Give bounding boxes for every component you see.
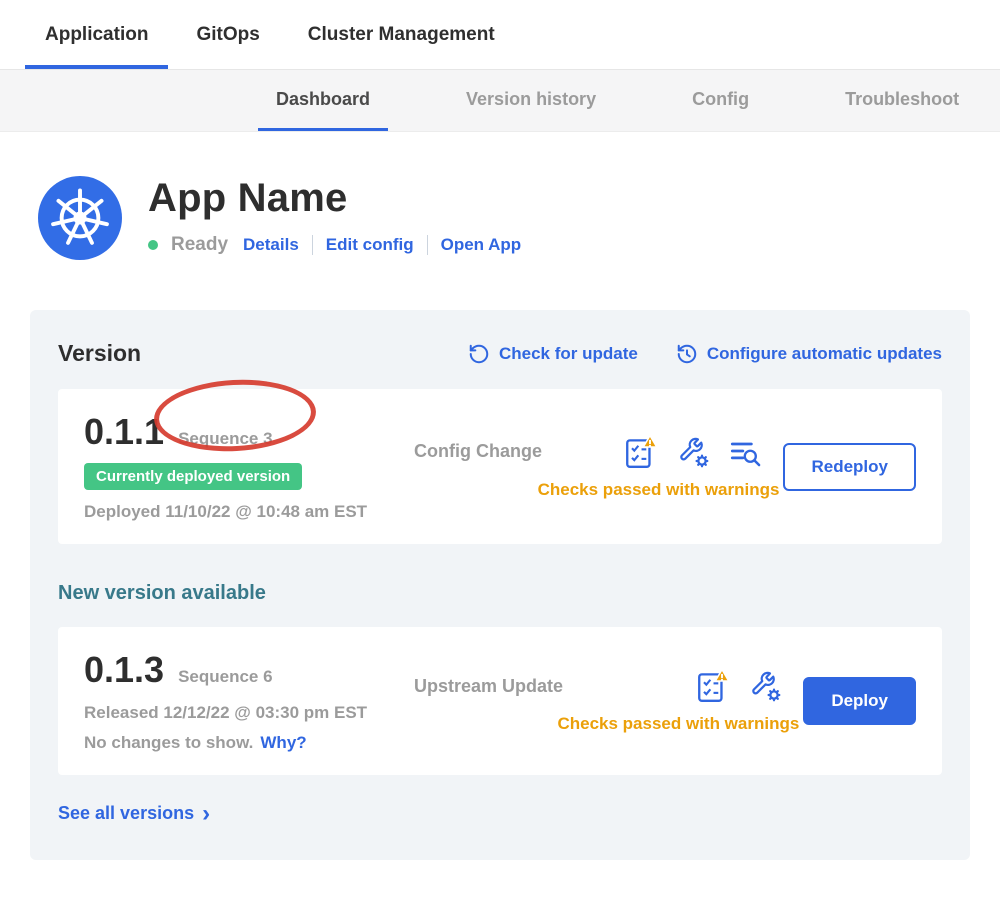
check-for-update-button[interactable]: Check for update bbox=[468, 343, 638, 365]
new-version-row: 0.1.3 Sequence 6 bbox=[84, 649, 414, 691]
configure-automatic-updates-button[interactable]: Configure automatic updates bbox=[676, 343, 942, 365]
page-title: App Name bbox=[148, 176, 521, 221]
app-meta-row: Ready Details Edit config Open App bbox=[148, 234, 521, 256]
new-version-info: 0.1.3 Sequence 6 Released 12/12/22 @ 03:… bbox=[84, 649, 414, 753]
open-app-link[interactable]: Open App bbox=[441, 235, 522, 255]
file-search-icon[interactable] bbox=[727, 434, 763, 470]
deployed-timestamp: Deployed 11/10/22 @ 10:48 am EST bbox=[84, 502, 414, 522]
clock-refresh-icon bbox=[676, 343, 698, 365]
details-link[interactable]: Details bbox=[243, 235, 299, 255]
config-wrench-gear-icon[interactable] bbox=[747, 668, 783, 704]
version-panel: Version Check for update bbox=[30, 310, 970, 860]
new-version-action: Deploy bbox=[803, 677, 916, 725]
tab-version-history[interactable]: Version history bbox=[448, 70, 614, 131]
tab-cluster-management[interactable]: Cluster Management bbox=[288, 0, 515, 69]
tab-gitops[interactable]: GitOps bbox=[176, 0, 279, 69]
primary-nav: Application GitOps Cluster Management bbox=[0, 0, 1000, 70]
version-panel-header: Version Check for update bbox=[58, 340, 942, 367]
current-version-middle: Config Change bbox=[414, 434, 783, 500]
edit-config-link[interactable]: Edit config bbox=[326, 235, 414, 255]
current-version-number: 0.1.1 bbox=[84, 411, 164, 453]
new-version-source: Upstream Update bbox=[414, 676, 563, 697]
current-version-row: 0.1.1 Sequence 3 bbox=[84, 411, 414, 453]
no-changes-text: No changes to show. bbox=[84, 733, 253, 753]
version-panel-title: Version bbox=[58, 340, 141, 367]
app-title-block: App Name Ready Details Edit config Open … bbox=[148, 176, 521, 256]
new-version-card: 0.1.3 Sequence 6 Released 12/12/22 @ 03:… bbox=[58, 627, 942, 775]
new-version-middle: Upstream Update bbox=[414, 668, 803, 734]
tab-application[interactable]: Application bbox=[25, 0, 168, 69]
configure-automatic-updates-label: Configure automatic updates bbox=[707, 344, 942, 364]
divider bbox=[312, 235, 313, 255]
currently-deployed-badge: Currently deployed version bbox=[84, 463, 302, 490]
check-for-update-label: Check for update bbox=[499, 344, 638, 364]
current-version-info: 0.1.1 Sequence 3 Currently deployed vers… bbox=[84, 411, 414, 522]
current-version-card: 0.1.1 Sequence 3 Currently deployed vers… bbox=[58, 389, 942, 544]
new-version-check-icons bbox=[695, 668, 803, 704]
version-panel-actions: Check for update Configure automatic upd… bbox=[468, 343, 942, 365]
redeploy-button[interactable]: Redeploy bbox=[783, 443, 916, 491]
chevron-right-icon: › bbox=[202, 805, 210, 823]
tab-config[interactable]: Config bbox=[674, 70, 767, 131]
new-version-available-heading: New version available bbox=[58, 582, 942, 605]
new-version-number: 0.1.3 bbox=[84, 649, 164, 691]
preflight-checklist-warning-icon[interactable] bbox=[623, 434, 659, 470]
ready-status-dot-icon bbox=[148, 240, 158, 250]
config-wrench-gear-icon[interactable] bbox=[675, 434, 711, 470]
tab-dashboard[interactable]: Dashboard bbox=[258, 70, 388, 131]
current-version-check-icons bbox=[623, 434, 783, 470]
see-all-versions-label: See all versions bbox=[58, 803, 194, 824]
ready-status-text: Ready bbox=[171, 234, 228, 256]
divider bbox=[427, 235, 428, 255]
current-version-action: Redeploy bbox=[783, 443, 916, 491]
checks-status-text: Checks passed with warnings bbox=[414, 714, 803, 734]
app-header: App Name Ready Details Edit config Open … bbox=[38, 176, 1000, 260]
kubernetes-logo-icon bbox=[38, 176, 122, 260]
why-link[interactable]: Why? bbox=[260, 733, 306, 753]
app-sub-nav: Dashboard Version history Config Trouble… bbox=[0, 70, 1000, 132]
deploy-button[interactable]: Deploy bbox=[803, 677, 916, 725]
released-timestamp: Released 12/12/22 @ 03:30 pm EST bbox=[84, 703, 414, 723]
current-version-sequence: Sequence 3 bbox=[178, 429, 273, 449]
tab-troubleshoot[interactable]: Troubleshoot bbox=[827, 70, 977, 131]
no-changes-row: No changes to show. Why? bbox=[84, 733, 414, 753]
preflight-checklist-warning-icon[interactable] bbox=[695, 668, 731, 704]
refresh-icon bbox=[468, 343, 490, 365]
checks-status-text: Checks passed with warnings bbox=[414, 480, 783, 500]
see-all-versions-link[interactable]: See all versions › bbox=[58, 803, 210, 824]
new-version-sequence: Sequence 6 bbox=[178, 667, 273, 687]
current-version-source: Config Change bbox=[414, 441, 542, 462]
